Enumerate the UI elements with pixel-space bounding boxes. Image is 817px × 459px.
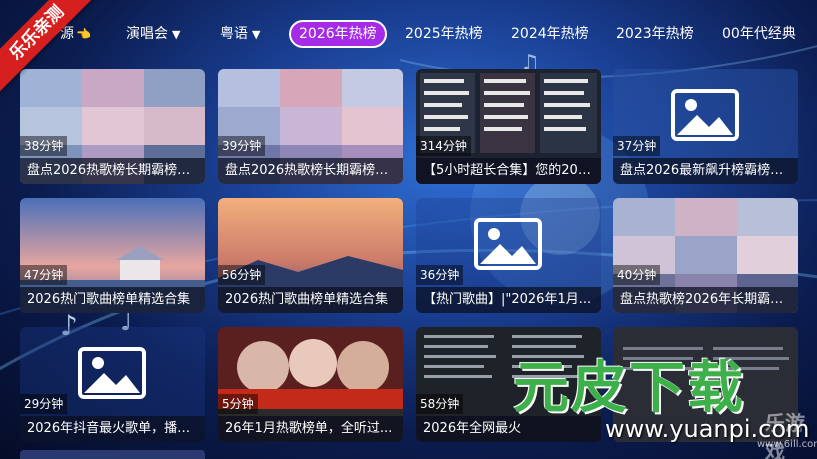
duration-badge: 58分钟 — [416, 394, 464, 414]
video-title: 【热门歌曲】|"2026年1月... — [416, 287, 601, 313]
tab-2000s-classics[interactable]: 00年代经典 — [722, 20, 796, 48]
tab-label: 00年代经典 — [722, 26, 796, 42]
duration-badge: 5分钟 — [218, 394, 258, 414]
image-placeholder-icon — [474, 218, 542, 270]
watermark-logo-text: 元皮下载 — [513, 356, 745, 421]
video-title: 2026热门歌曲榜单精选合集 — [20, 287, 205, 313]
tab-cantonese[interactable]: 粤语 ▼ — [220, 20, 260, 48]
tab-2024-hot[interactable]: 2024年热榜 — [511, 20, 589, 48]
tab-label: 2023年热榜 — [616, 26, 694, 42]
tab-2025-hot[interactable]: 2025年热榜 — [405, 20, 483, 48]
tab-label: 2025年热榜 — [405, 26, 483, 42]
video-card[interactable]: 37分钟 盘点2026最新飙升榜霸榜的... — [613, 69, 798, 184]
video-card[interactable]: 56分钟 2026热门歌曲榜单精选合集 — [218, 198, 403, 313]
video-title: 2026热门歌曲榜单精选合集 — [218, 287, 403, 313]
top-tab-bar: 源 👈 演唱会 ▼ 粤语 ▼ 2026年热榜 2025年热榜 2024年热榜 2023… — [0, 20, 817, 50]
video-title: 盘点2026最新飙升榜霸榜的... — [613, 158, 798, 184]
video-card[interactable]: 47分钟 2026热门歌曲榜单精选合集 — [20, 198, 205, 313]
video-title: 盘点2026热歌榜长期霸榜的... — [20, 158, 205, 184]
tab-label: 粤语 — [220, 26, 248, 42]
video-card[interactable]: 5分钟 26年1月热歌榜单，全听过... — [218, 327, 403, 442]
duration-badge: 38分钟 — [20, 136, 68, 156]
watermark-domain: www.6ill.com — [757, 439, 817, 450]
filter-icon: ▼ — [172, 28, 181, 41]
video-card[interactable]: 36分钟 【热门歌曲】|"2026年1月... — [416, 198, 601, 313]
video-title: 盘点2026热歌榜长期霸榜的... — [218, 158, 403, 184]
duration-badge: 37分钟 — [613, 136, 661, 156]
video-card[interactable]: 314分钟 【5小时超长合集】您的202... — [416, 69, 601, 184]
duration-badge: 40分钟 — [613, 265, 661, 285]
duration-badge: 314分钟 — [416, 136, 471, 156]
tab-concert[interactable]: 演唱会 ▼ — [126, 20, 180, 48]
video-card[interactable]: 40分钟 盘点热歌榜2026年长期霸榜... — [613, 198, 798, 313]
tab-label: 2026年热榜 — [299, 26, 377, 42]
duration-badge: 39分钟 — [218, 136, 266, 156]
video-title: 26年1月热歌榜单，全听过... — [218, 416, 403, 442]
video-title: 2026年抖音最火歌单，播放... — [20, 416, 205, 442]
video-card[interactable]: 29分钟 2026年抖音最火歌单，播放... — [20, 327, 205, 442]
filter-icon: ▼ — [252, 28, 261, 41]
video-card[interactable]: 39分钟 盘点2026热歌榜长期霸榜的... — [218, 69, 403, 184]
image-placeholder-icon — [78, 347, 146, 399]
video-title: 【5小时超长合集】您的202... — [416, 158, 601, 184]
video-title: 盘点热歌榜2026年长期霸榜... — [613, 287, 798, 313]
duration-badge: 47分钟 — [20, 265, 68, 285]
image-placeholder-icon — [671, 89, 739, 141]
tab-label: 2024年热榜 — [511, 26, 589, 42]
tab-2026-hot[interactable]: 2026年热榜 — [289, 20, 387, 48]
tab-label: 演唱会 — [126, 26, 168, 42]
duration-badge: 29分钟 — [20, 394, 68, 414]
duration-badge: 36分钟 — [416, 265, 464, 285]
pointing-hand-icon: 👈 — [76, 27, 91, 41]
next-row-card-edge — [20, 450, 205, 459]
watermark: 元皮下载 乐游戏 www.yuanpi.com www.6ill.com — [495, 335, 817, 459]
video-card[interactable]: 38分钟 盘点2026热歌榜长期霸榜的... — [20, 69, 205, 184]
tab-2023-hot[interactable]: 2023年热榜 — [616, 20, 694, 48]
duration-badge: 56分钟 — [218, 265, 266, 285]
